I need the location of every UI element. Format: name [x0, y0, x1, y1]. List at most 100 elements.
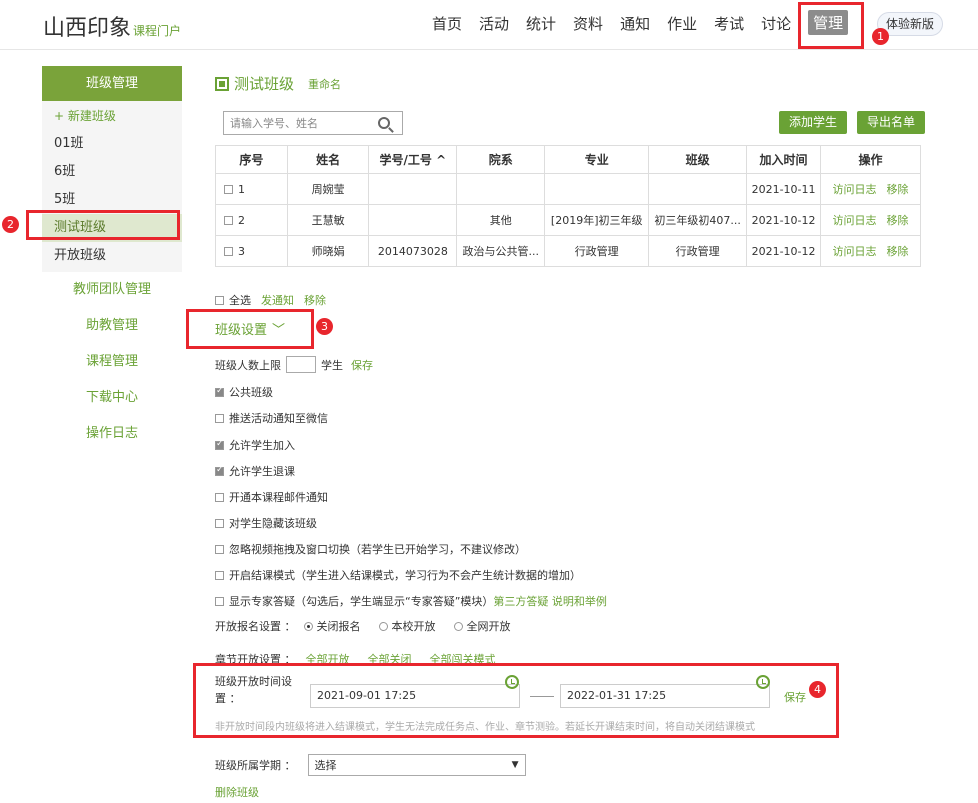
option-label: 显示专家答疑（勾选后，学生端显示“专家答疑”模块） — [229, 595, 494, 608]
bulk-actions: 全选 发通知 移除 — [215, 292, 326, 308]
nav-stats[interactable]: 统计 — [526, 13, 556, 35]
bulk-remove-link[interactable]: 移除 — [304, 292, 326, 308]
class-icon — [215, 76, 229, 91]
radio-label[interactable]: 全网开放 — [467, 618, 511, 634]
visit-log-link[interactable]: 访问日志 — [833, 214, 877, 227]
delete-class-link[interactable]: 删除班级 — [215, 784, 259, 800]
limit-label: 班级人数上限 — [215, 358, 281, 372]
row-major: 行政管理 — [544, 235, 650, 267]
term-label: 班级所属学期 ： — [215, 759, 296, 772]
rename-link[interactable]: 重命名 — [308, 76, 341, 92]
row-actions: 访问日志 移除 — [820, 204, 921, 236]
row-no: 3 — [238, 244, 245, 258]
term-select[interactable]: 选择 ▼ — [307, 754, 526, 776]
option-checkbox[interactable] — [215, 544, 224, 554]
option-checkbox[interactable] — [215, 518, 224, 528]
remove-link[interactable]: 移除 — [887, 214, 909, 227]
export-list-button[interactable]: 导出名单 — [857, 111, 926, 134]
visit-log-link[interactable]: 访问日志 — [833, 245, 877, 258]
remove-link[interactable]: 移除 — [887, 183, 909, 196]
select-all-checkbox[interactable] — [215, 295, 224, 305]
nav-home[interactable]: 首页 — [432, 13, 462, 35]
class-title-bar: 测试班级 重命名 — [215, 73, 341, 94]
signup-setting-row: 开放报名设置 ： 关闭报名 本校开放 全网开放 — [215, 618, 511, 634]
row-checkbox[interactable] — [224, 247, 233, 256]
sidebar-link-teacher-team[interactable]: 教师团队管理 — [42, 272, 182, 308]
logo-sub: 课程门户 — [133, 24, 182, 38]
nav-resources[interactable]: 资料 — [573, 13, 603, 35]
visit-log-link[interactable]: 访问日志 — [833, 183, 877, 196]
search-input[interactable]: 请输入学号、姓名 — [230, 115, 378, 131]
sidebar-item-class-01[interactable]: 01班 — [42, 130, 182, 158]
option-wechat-push[interactable]: 推送活动通知至微信 — [215, 410, 328, 426]
class-list: + 新建班级 01班 6班 5班 测试班级 开放班级 — [42, 101, 182, 272]
search-box[interactable]: 请输入学号、姓名 — [223, 111, 403, 135]
annotation-badge-4: 4 — [809, 681, 826, 698]
sidebar-item-open-class[interactable]: 开放班级 — [42, 242, 182, 270]
expert-qa-help-link[interactable]: 第三方答疑 说明和举例 — [493, 593, 607, 609]
option-checkbox[interactable] — [215, 570, 224, 580]
table-row: 1 周婉莹 2021-10-11 访问日志 移除 — [215, 173, 921, 205]
sidebar-link-op-log[interactable]: 操作日志 — [42, 416, 182, 452]
option-allow-join[interactable]: 允许学生加入 — [215, 437, 295, 453]
option-email-notice[interactable]: 开通本课程邮件通知 — [215, 489, 328, 505]
option-expert-qa[interactable]: 显示专家答疑（勾选后，学生端显示“专家答疑”模块） 第三方答疑 说明和举例 — [215, 593, 607, 609]
col-join-time: 加入时间 — [746, 145, 822, 174]
sidebar-link-course[interactable]: 课程管理 — [42, 344, 182, 380]
row-checkbox[interactable] — [224, 185, 233, 194]
option-public-class[interactable]: 公共班级 — [215, 384, 273, 400]
row-actions: 访问日志 移除 — [820, 235, 921, 267]
option-label: 开通本课程邮件通知 — [229, 491, 328, 504]
col-name: 姓名 — [286, 145, 370, 174]
limit-save-link[interactable]: 保存 — [351, 357, 373, 373]
add-student-button[interactable]: 添加学生 — [779, 111, 848, 134]
option-allow-drop[interactable]: 允许学生退课 — [215, 463, 295, 479]
col-major: 专业 — [544, 145, 650, 174]
radio-close-signup[interactable] — [303, 621, 313, 631]
nav-discussion[interactable]: 讨论 — [761, 13, 791, 35]
logo-main: 山西印象 — [43, 16, 132, 41]
option-label: 开启结课模式（学生进入结课模式，学习行为不会产生统计数据的增加） — [229, 569, 581, 582]
option-label: 对学生隐藏该班级 — [229, 517, 317, 530]
sidebar-link-assistant[interactable]: 助教管理 — [42, 308, 182, 344]
sidebar-link-download[interactable]: 下载中心 — [42, 380, 182, 416]
row-checkbox[interactable] — [224, 216, 233, 225]
signup-label: 开放报名设置 ： — [215, 620, 296, 633]
send-notice-link[interactable]: 发通知 — [261, 292, 294, 308]
option-checkbox[interactable] — [215, 386, 224, 397]
radio-all-signup[interactable] — [453, 621, 463, 631]
option-label: 允许学生加入 — [229, 439, 295, 452]
option-ignore-video-drag[interactable]: 忽略视频拖拽及窗口切换（若学生已开始学习，不建议修改） — [215, 541, 526, 557]
row-no: 1 — [238, 182, 245, 196]
option-end-mode[interactable]: 开启结课模式（学生进入结课模式，学习行为不会产生统计数据的增加） — [215, 567, 581, 583]
option-hide-class[interactable]: 对学生隐藏该班级 — [215, 515, 317, 531]
row-name: 王慧敏 — [286, 204, 370, 236]
radio-school-signup[interactable] — [378, 621, 388, 631]
row-dept — [456, 173, 546, 205]
select-all-label[interactable]: 全选 — [229, 292, 251, 308]
radio-label[interactable]: 本校开放 — [392, 618, 436, 634]
col-id[interactable]: 学号/工号 ^ — [368, 145, 458, 174]
highlight-box-manage — [798, 2, 864, 49]
sidebar-item-class-6[interactable]: 6班 — [42, 158, 182, 186]
remove-link[interactable]: 移除 — [887, 245, 909, 258]
nav-exam[interactable]: 考试 — [714, 13, 744, 35]
option-checkbox[interactable] — [215, 596, 224, 606]
sidebar-title[interactable]: 班级管理 — [42, 66, 182, 101]
radio-label[interactable]: 关闭报名 — [317, 618, 361, 634]
option-checkbox[interactable] — [215, 413, 224, 423]
nav-activity[interactable]: 活动 — [479, 13, 509, 35]
row-major: [2019年]初三年级 — [544, 204, 650, 236]
row-major — [544, 173, 650, 205]
row-class — [648, 173, 748, 205]
row-time: 2021-10-12 — [746, 235, 822, 267]
search-icon[interactable] — [378, 117, 390, 129]
option-checkbox[interactable] — [215, 465, 224, 476]
nav-homework[interactable]: 作业 — [667, 13, 697, 35]
option-checkbox[interactable] — [215, 439, 224, 450]
option-checkbox[interactable] — [215, 492, 224, 502]
nav-notice[interactable]: 通知 — [620, 13, 650, 35]
new-class-button[interactable]: + 新建班级 — [42, 101, 182, 130]
limit-input[interactable] — [286, 356, 316, 373]
portal-logo[interactable]: 山西印象 课程门户 — [43, 10, 181, 42]
